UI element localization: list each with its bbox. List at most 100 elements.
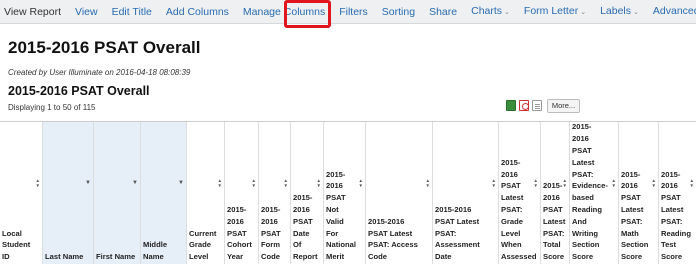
- column-header-line: Report: [293, 252, 318, 262]
- nav-item-form-letter[interactable]: Form Letter ⌄: [517, 0, 593, 25]
- column-header-label: 2015-2016 PSAT Latest PSAT: Assessment Date: [435, 204, 480, 263]
- column-header-line: 2015-2016: [368, 216, 405, 226]
- column-header-line: 2016: [326, 181, 343, 191]
- sort-icon[interactable]: ▲ ▼: [218, 178, 222, 188]
- column-header-line: 2015-2016: [435, 205, 472, 215]
- sort-icon[interactable]: ▲ ▼: [317, 178, 321, 188]
- column-header[interactable]: ▲ ▼ 2015- 2016 PSAT Latest PSAT: Total Score: [540, 122, 569, 264]
- column-header-line: Current: [189, 228, 217, 238]
- column-header-line: PSAT: [326, 193, 346, 203]
- column-header-line: Section: [572, 240, 600, 250]
- column-header-line: 2016: [572, 134, 589, 144]
- column-header-label: Middle Name: [143, 239, 167, 263]
- column-header[interactable]: ▲ ▼ 2015- 2016 PSAT Date Of Report: [290, 122, 323, 264]
- column-header[interactable]: ▲ ▼ 2015- 2016 PSAT Cohort Year: [224, 122, 258, 264]
- caret-down-icon[interactable]: ▼: [178, 179, 184, 187]
- chevron-down-icon: ⌄: [633, 8, 639, 16]
- column-header[interactable]: ▲ ▼ 2015- 2016 PSAT Latest PSAT: Evidence-base…: [569, 122, 618, 264]
- nav-item-charts[interactable]: Charts ⌄: [464, 0, 517, 25]
- column-header[interactable]: ▲ ▼ 2015- 2016 PSAT Not Valid For National Merit: [323, 122, 365, 264]
- column-header-line: Grade: [501, 216, 523, 226]
- column-header[interactable]: ▼ First Name: [93, 122, 140, 264]
- column-header-line: Middle: [143, 240, 168, 250]
- column-header-label: 2015- 2016 PSAT Latest PSAT: Reading Test Score: [661, 169, 691, 263]
- sort-icon[interactable]: ▲ ▼: [652, 178, 656, 188]
- column-header-line: Latest: [501, 193, 524, 203]
- document-icon[interactable]: [532, 100, 542, 111]
- report-subtitle: 2015-2016 PSAT Overall: [8, 84, 150, 98]
- column-header-line: PSAT:: [572, 169, 594, 179]
- nav-item-advanced[interactable]: Advanced⌄: [646, 0, 696, 25]
- column-header-line: Latest: [661, 205, 684, 215]
- column-header-line: PSAT Latest: [435, 216, 480, 226]
- nav-item-label: View: [75, 5, 98, 18]
- nav-item-view[interactable]: View: [68, 0, 105, 24]
- excel-icon[interactable]: [506, 100, 516, 111]
- column-header-line: Valid: [326, 216, 344, 226]
- column-header[interactable]: ▲ ▼ 2015-2016 PSAT Latest PSAT: Access Code: [365, 122, 432, 264]
- nav-item-label: View Report: [4, 5, 62, 18]
- sort-icon[interactable]: ▲ ▼: [426, 178, 430, 188]
- column-header-line: 2015-: [227, 205, 247, 215]
- column-header[interactable]: ▲ ▼ Local Student ID: [0, 122, 42, 264]
- nav-item-labels[interactable]: Labels ⌄: [593, 0, 646, 25]
- pagination-status: Displaying 1 to 50 of 115: [8, 103, 96, 112]
- column-header-line: 2015-: [621, 169, 641, 179]
- caret-down-icon[interactable]: ▼: [132, 179, 138, 187]
- column-header-label: 2015- 2016 PSAT Latest PSAT: Math Section Score: [621, 169, 648, 263]
- column-header-line: When: [501, 240, 522, 250]
- column-header-line: Level: [189, 252, 209, 262]
- column-header-line: Code: [261, 252, 280, 262]
- nav-item-add-columns[interactable]: Add Columns: [159, 0, 236, 24]
- sort-icon[interactable]: ▲ ▼: [612, 178, 616, 188]
- nav-item-sorting[interactable]: Sorting: [375, 0, 422, 24]
- page-title: 2015-2016 PSAT Overall: [8, 38, 201, 57]
- more-button[interactable]: More...: [547, 99, 580, 113]
- sort-icon[interactable]: ▲ ▼: [252, 178, 256, 188]
- nav-item-label: Labels: [600, 4, 632, 17]
- column-header-line: Form: [261, 240, 280, 250]
- nav-item-edit-title[interactable]: Edit Title: [105, 0, 159, 24]
- column-header-line: Code: [368, 252, 387, 262]
- column-header[interactable]: ▼ Last Name: [42, 122, 93, 264]
- sort-icon[interactable]: ▲ ▼: [284, 178, 288, 188]
- column-header-line: Latest: [543, 216, 566, 226]
- column-header-line: First Name: [96, 252, 136, 262]
- nav-item-label: Charts: [471, 4, 503, 17]
- column-header-line: For: [326, 228, 339, 238]
- pdf-icon[interactable]: [519, 100, 529, 111]
- sort-icon[interactable]: ▲ ▼: [359, 178, 363, 188]
- caret-down-icon[interactable]: ▼: [85, 179, 91, 187]
- nav-item-label: Filters: [339, 5, 368, 18]
- column-header-label: 2015- 2016 PSAT Latest PSAT: Total Score: [543, 180, 565, 263]
- column-header-line: Merit: [326, 252, 345, 262]
- column-header-line: PSAT Latest: [368, 228, 413, 238]
- column-header-line: based: [572, 193, 594, 203]
- column-header[interactable]: ▲ ▼ Current Grade Level: [186, 122, 224, 264]
- column-header[interactable]: ▲ ▼ 2015- 2016 PSAT Latest PSAT: Reading Test Sc…: [658, 122, 696, 264]
- column-header-line: Reading: [661, 228, 691, 238]
- sort-icon[interactable]: ▲ ▼: [36, 178, 40, 188]
- column-header-line: PSAT:: [661, 216, 683, 226]
- nav-item-share[interactable]: Share: [422, 0, 464, 24]
- nav-item-view-report[interactable]: View Report: [0, 0, 68, 24]
- nav-item-label: Advanced: [652, 4, 696, 17]
- export-icons: [506, 100, 542, 111]
- column-header-line: 2015-: [326, 169, 346, 179]
- chevron-down-icon: ⌄: [504, 8, 510, 16]
- nav-item-label: Share: [429, 5, 458, 18]
- column-header[interactable]: ▼ Middle Name: [140, 122, 186, 264]
- column-header-line: PSAT: [293, 216, 313, 226]
- column-header[interactable]: ▲ ▼ 2015- 2016 PSAT Latest PSAT: Math Section Sc…: [618, 122, 658, 264]
- column-header[interactable]: ▲ ▼ 2015- 2016 PSAT Form Code: [258, 122, 290, 264]
- sort-icon[interactable]: ▲ ▼: [492, 178, 496, 188]
- column-header-label: Current Grade Level: [189, 228, 216, 263]
- column-header[interactable]: ▲ ▼ 2015- 2016 PSAT Latest PSAT: Grade Level Whe…: [498, 122, 540, 264]
- column-header[interactable]: ▲ ▼ 2015-2016 PSAT Latest PSAT: Assessment Da…: [432, 122, 498, 264]
- column-header-line: PSAT:: [621, 216, 643, 226]
- report-table-header: ▲ ▼ Local Student ID ▼ Last Name ▼ First Name ▼ M…: [0, 121, 696, 264]
- nav-item-filters[interactable]: Filters: [332, 0, 375, 24]
- column-header-line: Last Name: [45, 252, 84, 262]
- column-header-line: Evidence-: [572, 181, 608, 191]
- column-header-line: PSAT:: [501, 205, 523, 215]
